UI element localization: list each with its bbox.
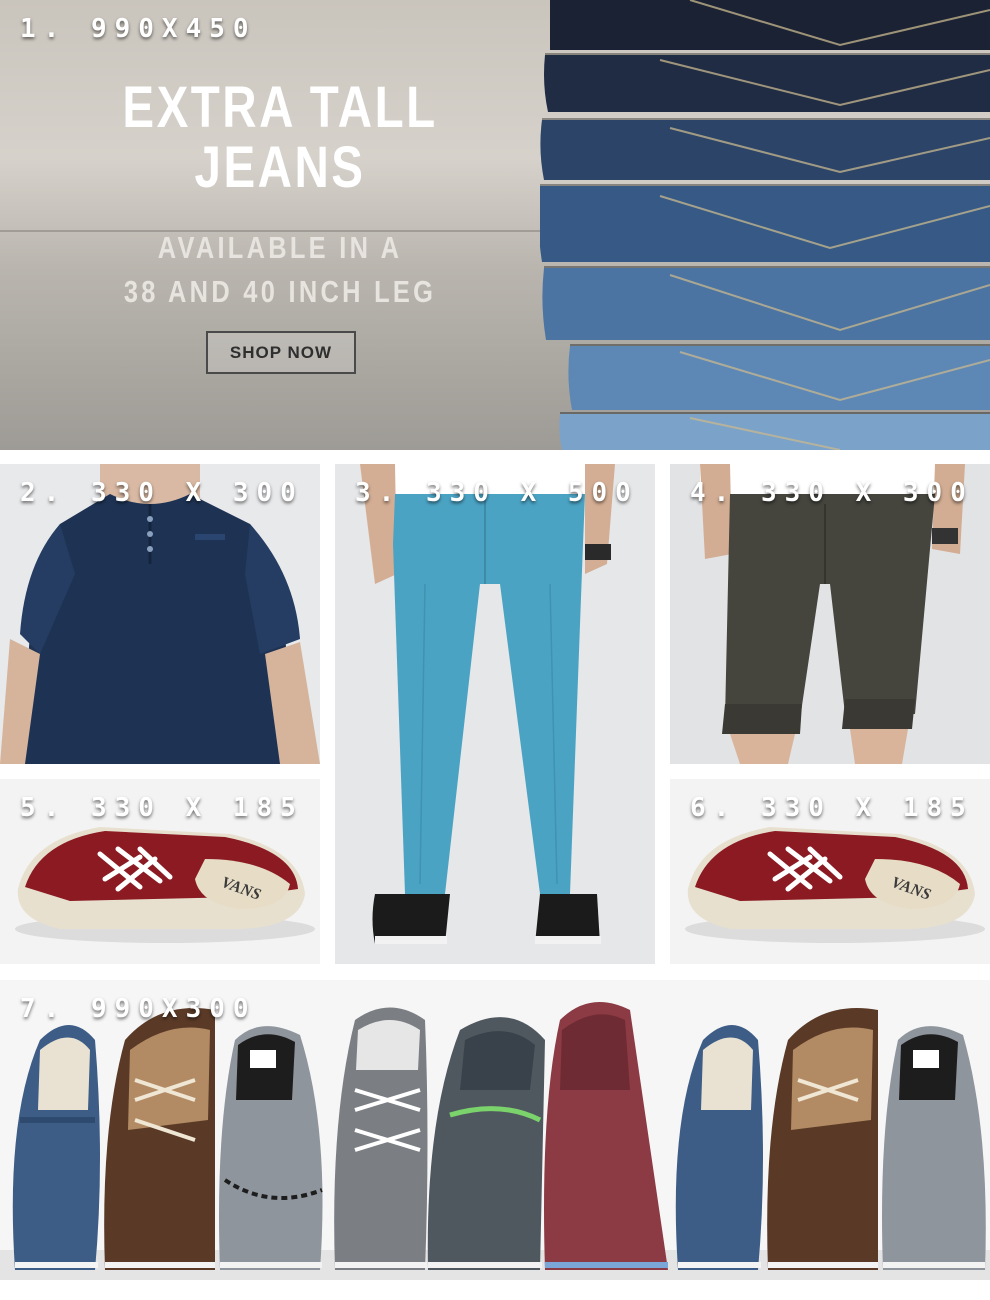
hero-title-line-1: EXTRA TALL	[122, 75, 438, 140]
jeans-layers	[540, 0, 990, 450]
vans-shoe-tile-left[interactable]: VANS 5. 330 X 185	[0, 779, 320, 964]
tile-size-label: 3. 330 X 500	[355, 478, 639, 508]
hero-subtitle-line-1: AVAILABLE IN A	[157, 230, 403, 265]
hero-subtitle-line-2: 38 AND 40 INCH LEG	[123, 274, 437, 309]
tile-size-label: 7. 990X300	[20, 994, 257, 1024]
grey-canvas-shoe	[219, 1026, 323, 1270]
shoe-lineup-image	[0, 980, 990, 1280]
tile-size-label: 4. 330 X 300	[690, 478, 974, 508]
vans-shoe-tile-right[interactable]: VANS 6. 330 X 185	[670, 779, 990, 964]
hero-title-line-2: JEANS	[194, 135, 366, 200]
tile-size-label: 6. 330 X 185	[690, 793, 974, 823]
hero-subtitle: AVAILABLE IN A 38 AND 40 INCH LEG	[83, 226, 477, 314]
folded-jeans-stack-image	[540, 0, 990, 450]
chino-trousers-image	[335, 464, 655, 964]
shorts-image	[670, 464, 990, 764]
henley-shirt-image	[0, 464, 320, 764]
shop-now-button[interactable]: SHOP NOW	[206, 331, 356, 374]
chino-trousers-tile[interactable]: 3. 330 X 500	[335, 464, 655, 964]
henley-shirt-tile[interactable]: 2. 330 X 300	[0, 464, 320, 764]
hero-title: EXTRA TALL JEANS	[83, 78, 477, 198]
tile-size-label: 5. 330 X 185	[20, 793, 304, 823]
tile-size-label: 1. 990X450	[20, 14, 257, 44]
hero-banner[interactable]: 1. 990X450 EXTRA TALL JEANS AVAILABLE IN…	[0, 0, 990, 450]
tile-size-label: 2. 330 X 300	[20, 478, 304, 508]
shoe-lineup-banner[interactable]: 7. 990X300	[0, 980, 990, 1280]
shorts-tile[interactable]: 4. 330 X 300	[670, 464, 990, 764]
